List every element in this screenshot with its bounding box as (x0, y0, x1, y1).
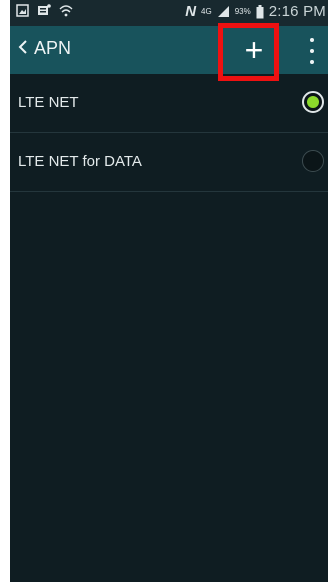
page-title: APN (34, 38, 72, 58)
overflow-dot (310, 60, 314, 64)
overflow-dot (310, 38, 314, 42)
status-time: 2:16 PM (268, 3, 326, 20)
notification-icon (37, 4, 51, 17)
network-type: 4G (201, 6, 212, 16)
apn-row-lte-net[interactable]: LTE NET (10, 74, 328, 133)
plus-icon: + (244, 32, 264, 68)
signal-icon (217, 5, 230, 18)
status-bar: N 4G 93% 2:16 PM (10, 0, 328, 26)
status-right-icons: N 4G 93% 2:16 PM (185, 3, 326, 20)
action-bar: APN + (10, 26, 328, 74)
overflow-dot (310, 49, 314, 53)
apn-label: LTE NET for DATA (18, 153, 142, 170)
more-options-button[interactable] (304, 38, 320, 64)
apn-row-lte-net-for-data[interactable]: LTE NET for DATA (10, 133, 328, 192)
apn-label: LTE NET (18, 94, 79, 111)
apn-radio-selected[interactable] (302, 91, 324, 113)
add-apn-button[interactable]: + (230, 26, 278, 74)
battery-percent: 93% (234, 6, 251, 16)
back-button[interactable]: APN (18, 38, 71, 59)
nfc-icon: N (185, 3, 197, 20)
chevron-left-icon (18, 39, 28, 59)
apn-list: LTE NET LTE NET for DATA (10, 74, 328, 192)
apn-radio-unselected[interactable] (302, 150, 324, 172)
wifi-icon (59, 4, 73, 17)
gallery-icon (16, 4, 29, 17)
phone-screen: N 4G 93% 2:16 PM APN + LTE NET LTE NET f… (10, 0, 328, 582)
status-left-icons (16, 4, 73, 17)
battery-icon (256, 4, 264, 19)
